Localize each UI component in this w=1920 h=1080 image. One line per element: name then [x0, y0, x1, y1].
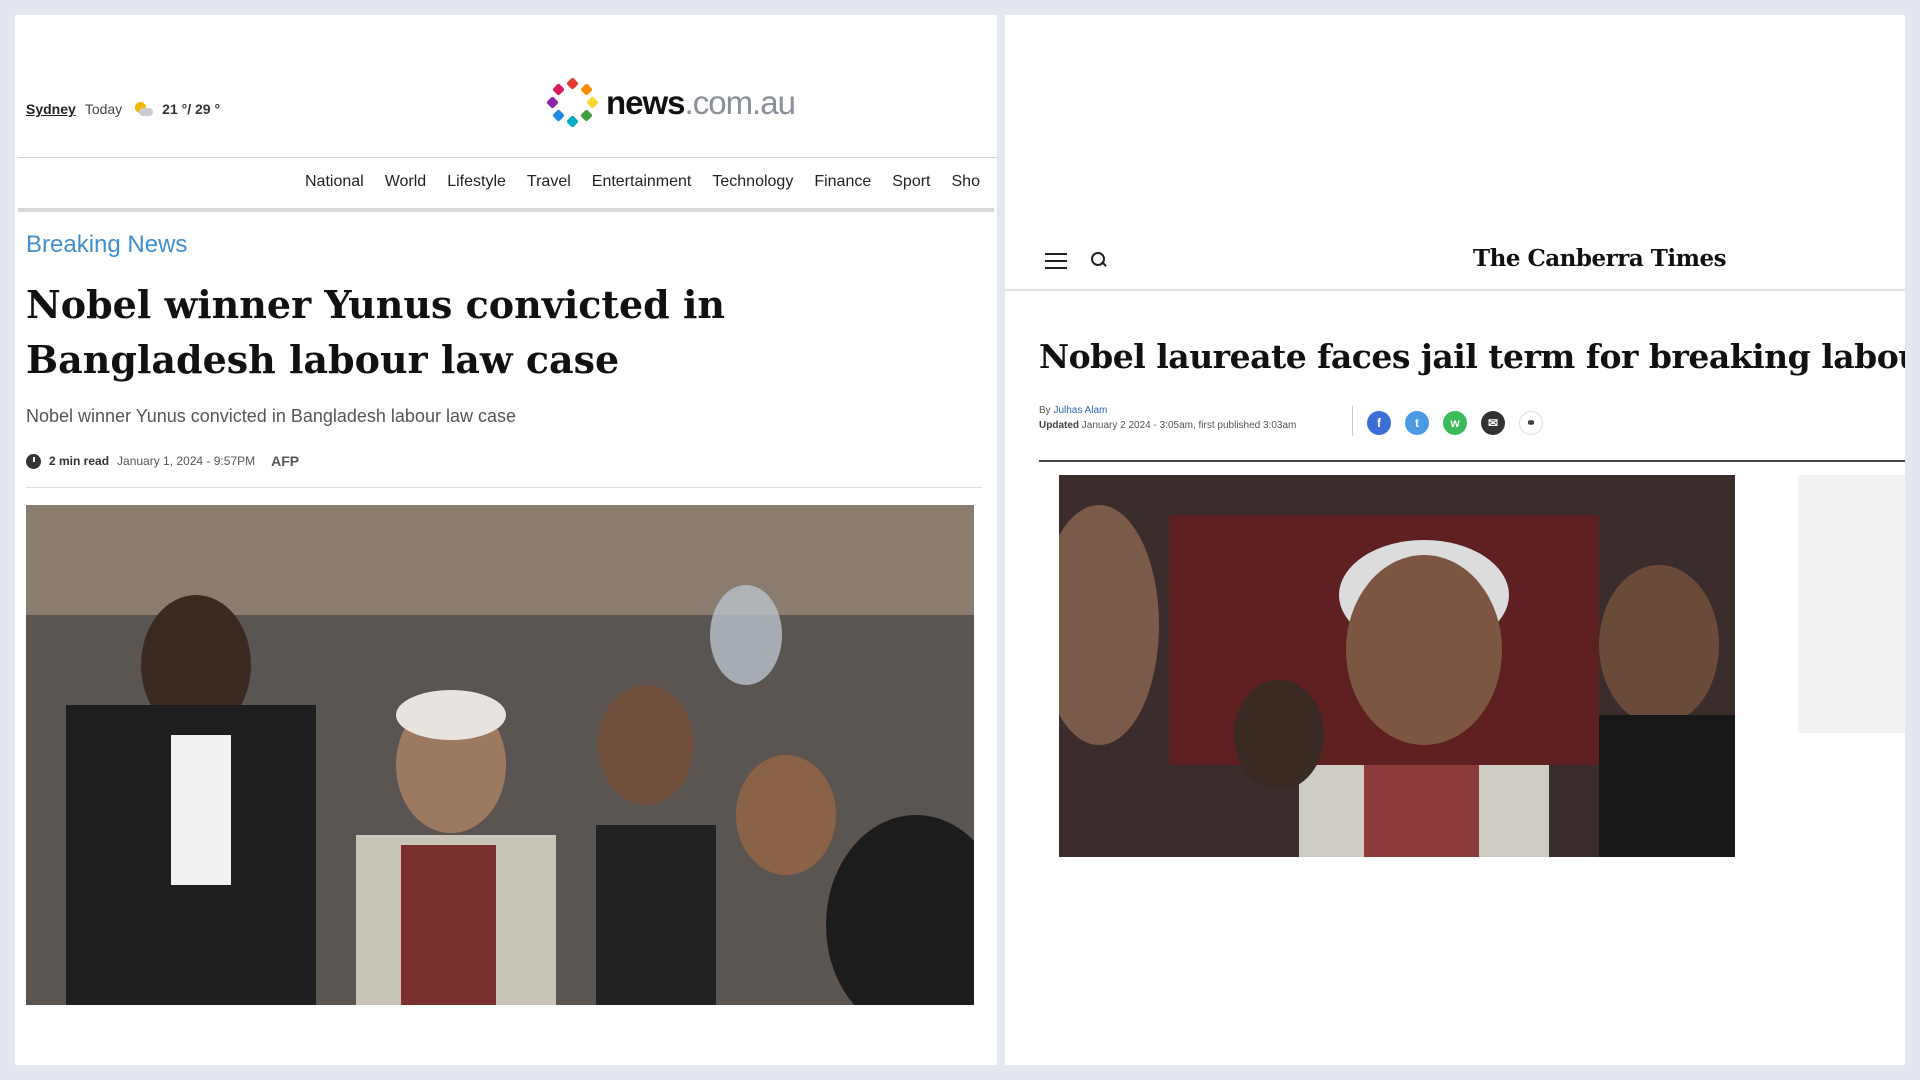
nav-sport[interactable]: Sport [892, 173, 930, 191]
location-day: Today [84, 101, 123, 117]
news-com-au-panel: Sydney Today 21 °/ 29 ° news.com.au Nati… [15, 15, 997, 1065]
email-icon[interactable]: ✉ [1481, 411, 1505, 435]
header-divider [18, 157, 997, 158]
updated-time: January 2 2024 - 3:05am, first published… [1081, 420, 1297, 431]
partly-cloudy-icon [131, 101, 154, 117]
menu-icon[interactable] [1045, 253, 1067, 269]
news-logo[interactable]: news.com.au [546, 77, 796, 129]
share-bar: f t w ✉ ⚭ [1367, 411, 1543, 435]
canberra-times-logo[interactable]: The Canberra Times [1473, 245, 1727, 272]
location-city[interactable]: Sydney [26, 101, 76, 117]
article-hero-image [1039, 475, 1735, 857]
nav-technology[interactable]: Technology [712, 173, 793, 191]
nav-travel[interactable]: Travel [527, 173, 571, 191]
news-flower-icon [546, 77, 599, 129]
yunus-photo-placeholder [1039, 475, 1735, 857]
nav-world[interactable]: World [385, 173, 427, 191]
facebook-icon[interactable]: f [1367, 411, 1391, 435]
ad-placeholder [1798, 475, 1905, 733]
article-hero-image [26, 505, 997, 1035]
weather-location[interactable]: Sydney Today 21 °/ 29 ° [26, 101, 220, 117]
headline-rule [1039, 460, 1905, 462]
updated-label: Updated [1039, 420, 1079, 431]
article-meta: 2 min read January 1, 2024 - 9:57PM AFP [26, 453, 299, 469]
link-icon[interactable]: ⚭ [1519, 411, 1543, 435]
site-header: The Canberra Times [1005, 225, 1905, 291]
article-subheadline: Nobel winner Yunus convicted in Banglade… [26, 406, 516, 426]
meta-divider [26, 487, 982, 488]
search-icon[interactable] [1091, 252, 1107, 268]
brand-bold: news [606, 84, 686, 121]
nav-underline [18, 208, 994, 212]
nav-lifestyle[interactable]: Lifestyle [447, 173, 506, 191]
byline: By Julhas Alam Updated January 2 2024 - … [1039, 403, 1296, 433]
crowd-photo-placeholder [26, 505, 997, 1035]
byline-by: By [1039, 405, 1051, 416]
canberra-times-panel: The Canberra Times Nobel laureate faces … [1005, 15, 1905, 1065]
article-headline: Nobel winner Yunus convicted in Banglade… [26, 282, 726, 382]
location-temp: 21 °/ 29 ° [162, 101, 221, 117]
author-link[interactable]: Julhas Alam [1053, 405, 1107, 416]
nav-finance[interactable]: Finance [814, 173, 871, 191]
brand-domain: .com.au [684, 84, 796, 121]
byline-divider [1352, 406, 1353, 436]
clock-icon [26, 453, 41, 469]
nav-national[interactable]: National [305, 173, 364, 191]
nav-shopping-truncated[interactable]: Sho [952, 173, 980, 191]
whatsapp-icon[interactable]: w [1443, 411, 1467, 435]
nav-entertainment[interactable]: Entertainment [592, 173, 692, 191]
article-headline: Nobel laureate faces jail term for break… [1039, 337, 1905, 376]
twitter-icon[interactable]: t [1405, 411, 1429, 435]
main-nav: National World Lifestyle Travel Entertai… [305, 173, 980, 191]
article-source: AFP [271, 453, 300, 469]
publish-date: January 1, 2024 - 9:57PM [117, 454, 256, 468]
breaking-news-kicker[interactable]: Breaking News [26, 231, 187, 259]
read-time: 2 min read [49, 454, 110, 468]
